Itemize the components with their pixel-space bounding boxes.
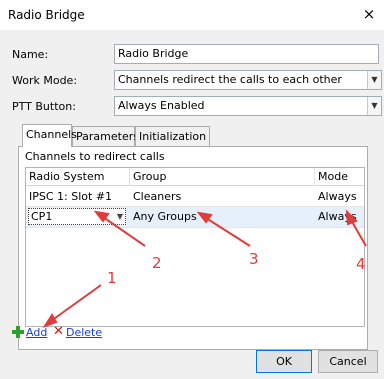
annotation-label-2: 2	[152, 254, 162, 272]
annotation-label-1: 1	[107, 269, 117, 287]
channels-grid[interactable]: Radio System Group Mode IPSC 1: Slot #1 …	[25, 167, 365, 327]
add-icon[interactable]	[12, 326, 24, 338]
cell-group: Any Groups	[133, 210, 197, 223]
chevron-down-icon[interactable]: ▼	[117, 209, 123, 224]
chevron-down-icon[interactable]: ▼	[367, 71, 381, 89]
cancel-button[interactable]: Cancel	[318, 350, 378, 373]
tab-parameters[interactable]: Parameters	[72, 126, 139, 147]
name-field-value: Radio Bridge	[118, 47, 189, 60]
add-link[interactable]: Add	[26, 326, 47, 339]
radio-system-combo[interactable]: CP1 ▼	[28, 208, 126, 225]
channels-group-label: Channels to redirect calls	[25, 150, 165, 163]
table-row[interactable]: IPSC 1: Slot #1 Cleaners Always	[26, 187, 364, 207]
ptt-button-value: Always Enabled	[118, 99, 205, 112]
work-mode-select[interactable]: Channels redirect the calls to each othe…	[114, 70, 382, 90]
column-header-radio-system[interactable]: Radio System	[26, 168, 130, 186]
name-label: Name:	[12, 48, 49, 61]
annotation-label-3: 3	[249, 250, 259, 268]
column-header-mode[interactable]: Mode	[315, 168, 364, 186]
radio-system-combo-value: CP1	[31, 210, 53, 223]
name-field[interactable]: Radio Bridge	[114, 44, 379, 64]
window-title: Radio Bridge	[8, 8, 85, 22]
channels-tab-panel: Channels to redirect calls Radio System …	[18, 146, 368, 350]
cell-mode: Always	[318, 210, 357, 223]
table-row-selected[interactable]: CP1 ▼ Any Groups Always	[26, 207, 364, 227]
row-divider	[26, 227, 364, 228]
ptt-button-select[interactable]: Always Enabled ▼	[114, 96, 382, 116]
work-mode-value: Channels redirect the calls to each othe…	[118, 73, 342, 86]
cell-group: Cleaners	[133, 190, 182, 203]
close-icon[interactable]: ×	[360, 4, 378, 24]
tab-channels[interactable]: Channels	[22, 124, 77, 147]
tab-initialization[interactable]: Initialization	[135, 126, 210, 147]
column-header-group[interactable]: Group	[130, 168, 315, 186]
annotation-label-4: 4	[356, 255, 366, 273]
cell-radio-system: IPSC 1: Slot #1	[29, 190, 113, 203]
grid-header: Radio System Group Mode	[26, 168, 364, 186]
ptt-button-label: PTT Button:	[12, 100, 76, 113]
title-bar: Radio Bridge ×	[0, 0, 384, 30]
delete-link[interactable]: Delete	[66, 326, 102, 339]
chevron-down-icon[interactable]: ▼	[367, 97, 381, 115]
work-mode-label: Work Mode:	[12, 74, 78, 87]
delete-icon[interactable]: ✕	[53, 325, 65, 338]
ok-button[interactable]: OK	[256, 350, 312, 373]
radio-bridge-dialog: Radio Bridge × Name: Radio Bridge Work M…	[0, 0, 384, 379]
cell-mode: Always	[318, 190, 357, 203]
